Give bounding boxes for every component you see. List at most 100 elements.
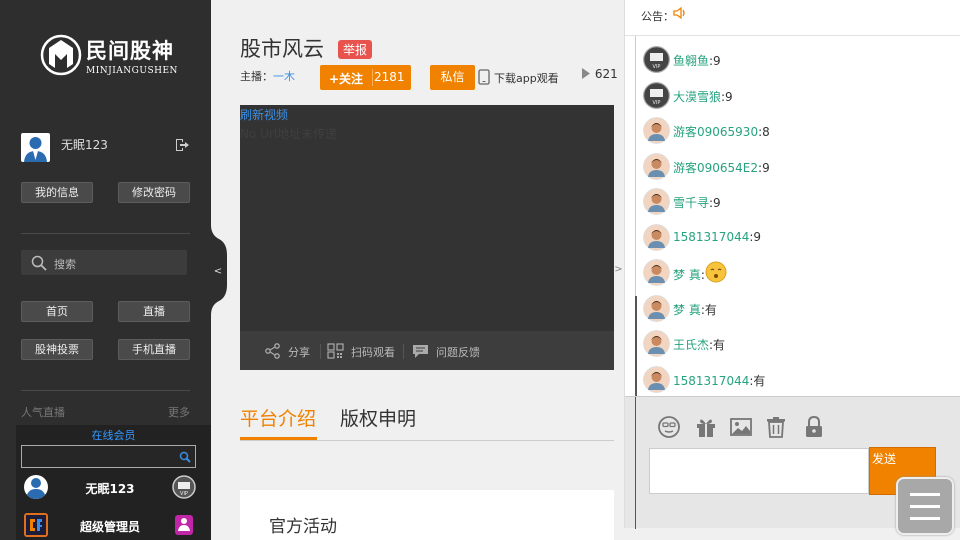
member-name: 无眠123 [85, 482, 135, 496]
guest-avatar-icon[interactable] [643, 330, 670, 357]
follow-label: +关注 [328, 72, 364, 86]
qr-code-icon [327, 343, 344, 359]
chat-message: 1581317044:有 [643, 364, 943, 394]
vip-badge-icon: VIP [172, 475, 196, 499]
chat-username[interactable]: 1581317044 [673, 374, 749, 388]
chat-message: 雪千寻:9 [643, 186, 943, 216]
host-info: 主播：一木 [240, 68, 295, 84]
chat-username[interactable]: 王氏杰 [673, 338, 709, 352]
share-label: 分享 [288, 346, 310, 359]
chat-username[interactable]: 游客090654E2 [673, 161, 758, 175]
video-toolbar: 分享 扫码观看 问题反馈 [240, 331, 614, 370]
logout-icon[interactable] [174, 137, 190, 153]
chat-username[interactable]: 1581317044 [673, 230, 749, 244]
tab-copyright[interactable]: 版权申明 [340, 404, 416, 431]
chat-message: 1581317044:9 [643, 222, 943, 252]
report-button[interactable]: 举报 [338, 40, 373, 59]
vip-avatar-icon[interactable]: VIP [643, 46, 670, 73]
chat-username[interactable]: 鱼翱鱼 [673, 54, 709, 68]
refresh-video-link[interactable]: 刷新视频 [240, 106, 288, 123]
sidebar-collapse-button[interactable]: < [211, 225, 227, 315]
message-icon [413, 345, 428, 358]
content-panel: 官方活动 [240, 490, 614, 540]
mobile-phone-icon [478, 69, 490, 85]
divider [21, 233, 190, 234]
more-link[interactable]: 更多 [168, 404, 190, 420]
my-info-button[interactable]: 我的信息 [21, 182, 93, 203]
private-message-button[interactable]: 私信 [430, 65, 475, 90]
chat-message-text: 王氏杰:有 [673, 336, 725, 353]
guest-avatar-icon[interactable] [643, 365, 670, 393]
chat-message-text: 大漠雪狼:9 [673, 88, 733, 105]
play-icon [582, 68, 590, 79]
app-root: 民间股神 MINJIANGUSHEN 无眠123 我的信息 修改密码 搜索 首页… [0, 0, 960, 540]
chat-message-text: 梦 真:有 [673, 301, 717, 318]
menu-icon [910, 505, 940, 508]
mobile-live-button[interactable]: 手机直播 [118, 339, 190, 360]
vote-button[interactable]: 股神投票 [21, 339, 93, 360]
chat-message-body: :9 [758, 160, 770, 175]
trash-icon[interactable] [764, 415, 788, 439]
user-avatar[interactable] [21, 133, 50, 162]
chat-message-text: 梦 真: [673, 261, 727, 283]
chat-message-body: :9 [721, 89, 733, 104]
lock-icon[interactable] [802, 415, 826, 439]
chat-message-body: :有 [700, 302, 717, 317]
chat-message-body: :有 [749, 373, 766, 388]
guest-avatar-icon[interactable] [643, 188, 670, 215]
person-icon [24, 137, 47, 162]
divider [372, 69, 373, 86]
host-name[interactable]: 一木 [273, 70, 295, 83]
emoji-icon[interactable] [657, 415, 681, 439]
home-button[interactable]: 首页 [21, 301, 93, 322]
member-item[interactable]: 超级管理员 [24, 513, 196, 539]
search-icon[interactable] [179, 451, 191, 463]
admin-badge-icon [175, 515, 193, 535]
guest-avatar-icon[interactable] [643, 117, 670, 144]
svg-text:VIP: VIP [653, 64, 661, 70]
tab-platform-intro[interactable]: 平台介绍 [240, 404, 316, 431]
image-icon[interactable] [729, 415, 753, 439]
gift-icon[interactable] [694, 415, 718, 439]
member-item[interactable]: 无眠123 VIP [24, 475, 196, 501]
chat-message-text: 1581317044:9 [673, 230, 761, 244]
download-app-label: 下载app观看 [494, 72, 559, 85]
chat-username[interactable]: 梦 真 [673, 303, 701, 317]
guest-avatar-icon[interactable] [643, 223, 670, 251]
video-player[interactable]: 刷新视频 No Url地址未传递 [240, 105, 614, 331]
announcement-bar: 公告： [625, 0, 960, 36]
chat-message-text: 鱼翱鱼:9 [673, 52, 721, 69]
chat-username[interactable]: 雪千寻 [673, 196, 709, 210]
chat-message: 梦 真: [643, 257, 943, 287]
chat-scrollbar[interactable] [635, 296, 637, 396]
sidebar-search[interactable]: 搜索 [21, 250, 187, 275]
follow-button[interactable]: +关注 2181 [320, 65, 411, 90]
chat-toggle-handle[interactable]: > [613, 225, 624, 315]
guest-avatar-icon[interactable] [643, 294, 670, 322]
member-search-input[interactable] [21, 445, 196, 468]
chat-username[interactable]: 游客09065930 [673, 125, 758, 139]
chat-username[interactable]: 大漠雪狼 [673, 90, 721, 104]
popular-live-title: 人气直播 [21, 406, 65, 419]
chat-message-text: 1581317044:有 [673, 372, 765, 389]
site-logo[interactable]: 民间股神 MINJIANGUSHEN [40, 34, 178, 76]
guest-avatar-icon[interactable] [643, 152, 670, 180]
menu-button[interactable] [896, 477, 954, 535]
chat-message-text: 游客09065930:8 [673, 123, 770, 140]
collapse-arrow-icon: < [214, 266, 222, 277]
live-button[interactable]: 直播 [118, 301, 190, 322]
chat-message: 王氏杰:有 [643, 328, 943, 358]
info-tabs: 平台介绍 版权申明 [240, 403, 614, 441]
chat-username[interactable]: 梦 真 [673, 268, 701, 282]
chat-message: VIP 大漠雪狼:9 [643, 80, 943, 110]
viewer-count-value: 621 [594, 67, 618, 81]
menu-icon [910, 493, 940, 496]
chat-message-input[interactable] [649, 448, 869, 494]
share-icon [265, 343, 280, 359]
announcement-label: 公告： [641, 10, 674, 23]
vip-avatar-icon[interactable]: VIP [643, 81, 670, 109]
guest-avatar-icon[interactable] [643, 259, 670, 286]
svg-text:VIP: VIP [653, 100, 661, 106]
change-password-button[interactable]: 修改密码 [118, 182, 190, 203]
chat-message: 游客090654E2:9 [643, 151, 943, 181]
